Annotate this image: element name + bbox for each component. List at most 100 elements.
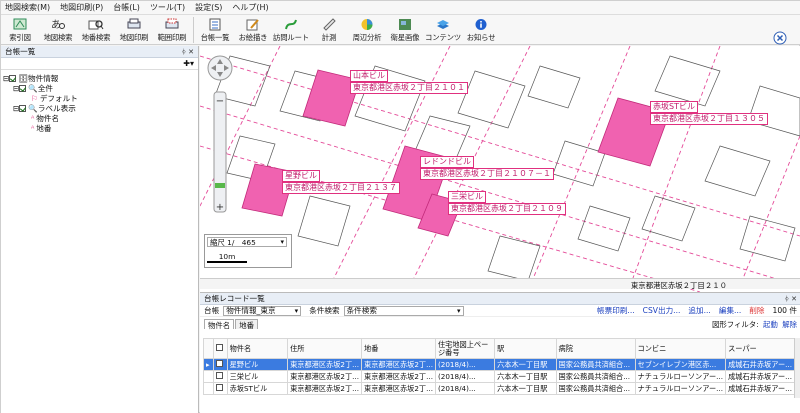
- col-header[interactable]: 病院: [555, 338, 636, 359]
- area-analysis-button[interactable]: 周辺分析: [348, 15, 386, 45]
- ledger-list-icon: [207, 17, 223, 31]
- pie-analysis-icon: [359, 17, 375, 31]
- map-label-name: 星野ビル: [282, 170, 320, 182]
- label-marker-icon: ᴬ: [31, 113, 35, 123]
- col-header[interactable]: 駅: [494, 338, 557, 359]
- map-print-button[interactable]: 地図印刷: [115, 15, 153, 45]
- ledger-record-panel: 台帳レコード一覧 ᛄ ✕ 台帳 物件情報_東京 条件検索 条件検索 帳票印刷...…: [200, 292, 800, 413]
- zoom-slider-thumb[interactable]: [215, 183, 225, 188]
- col-header[interactable]: 地番: [361, 338, 436, 359]
- table-cell: 成城石井赤坂アー...: [725, 370, 795, 383]
- shape-filter-clear-link[interactable]: 解除: [782, 320, 797, 329]
- ledger-list-button[interactable]: 台帳一覧: [196, 15, 234, 45]
- menu-bar: 地図検索(M) 地図印刷(P) 台帳(L) ツール(T) 設定(S) ヘルプ(H…: [1, 1, 800, 15]
- map-label[interactable]: 赤坂STビル 東京都港区赤坂２丁目１３０５: [650, 101, 768, 125]
- ledger-list-panel: 台帳一覧 ᛄ ✕ ✚▾ ⊟ 🗄 物件情報 ⊟ 🔍 全件 ⚐ デフォルト ⊟ 🔍 ラベル表示 ᴬ物…: [1, 46, 199, 413]
- record-table: 物件名 住所 地番 住宅地図上ページ番号 駅 病院 コンビニ スーパー ▸ 星野…: [203, 338, 795, 395]
- measure-button[interactable]: 計測: [310, 15, 348, 45]
- map-search-button[interactable]: あ地図検索: [39, 15, 77, 45]
- col-header[interactable]: 住所: [287, 338, 363, 359]
- map-label-address: 東京都港区赤坂２丁目１３０５: [650, 113, 768, 125]
- tree-menu-icon[interactable]: ✚▾: [183, 59, 194, 68]
- report-print-link[interactable]: 帳票印刷...: [597, 305, 635, 316]
- map-label[interactable]: レドンドビル 東京都港区赤坂２丁目２１０７－１: [420, 156, 554, 180]
- row-indicator-header: [203, 338, 214, 359]
- zoom-slider[interactable]: [213, 91, 227, 213]
- table-cell: 六本木一丁目駅: [494, 358, 557, 371]
- record-toolbar: 台帳 物件情報_東京 条件検索 条件検索 帳票印刷... CSV出力... 追加…: [200, 305, 800, 317]
- scale-select-value: 縮尺 1/ 465: [210, 237, 256, 247]
- range-print-button[interactable]: 範囲印刷: [153, 15, 191, 45]
- zoom-out-icon[interactable]: −: [216, 96, 224, 107]
- tab-property-name[interactable]: 物件名: [204, 319, 235, 330]
- lot-search-button[interactable]: 地番検索: [77, 15, 115, 45]
- table-cell: 成城石井赤坂アー...: [725, 358, 795, 371]
- csv-export-link[interactable]: CSV出力...: [643, 305, 681, 316]
- contents-button[interactable]: コンテンツ: [424, 15, 462, 45]
- table-row[interactable]: 三栄ビル 東京都港区赤坂2丁... 東京都港区赤坂2丁... (2018/4)... 六…: [203, 370, 795, 383]
- row-checkbox[interactable]: [212, 382, 228, 395]
- menu-map-print[interactable]: 地図印刷(P): [60, 2, 103, 13]
- tree-node-default[interactable]: ⚐ デフォルト: [3, 93, 196, 103]
- tree-checkbox[interactable]: [19, 104, 27, 112]
- row-checkbox[interactable]: [212, 370, 228, 383]
- col-header[interactable]: スーパー: [725, 338, 795, 359]
- tree-node-all[interactable]: ⊟ 🔍 全件: [3, 83, 196, 93]
- satellite-image-button[interactable]: 衛星画像: [386, 15, 424, 45]
- table-cell: (2018/4)...: [434, 370, 496, 383]
- table-row[interactable]: 赤坂STビル 東京都港区赤坂2丁... 東京都港区赤坂2丁... (2018/4)..…: [203, 382, 795, 395]
- index-map-button[interactable]: 索引図: [1, 15, 39, 45]
- map-label-address: 東京都港区赤坂２丁目２１０７－１: [420, 168, 554, 180]
- tree-checkbox[interactable]: [9, 74, 17, 82]
- menu-map-search[interactable]: 地図検索(M): [5, 2, 50, 13]
- toolbar: 索引図 あ地図検索 地番検索 地図印刷 範囲印刷 台帳一覧 お絵描き 訪問ルート…: [1, 15, 800, 57]
- tree-node-property-name[interactable]: ᴬ 物件名: [3, 113, 196, 123]
- map-label[interactable]: 三栄ビル 東京都港区赤坂２丁目２１０９: [448, 191, 566, 215]
- tree-toolbar: ✚▾: [1, 58, 198, 70]
- col-header[interactable]: コンビニ: [634, 338, 727, 359]
- panel-pin-close-icon[interactable]: ᛄ ✕: [182, 48, 194, 56]
- row-pointer-icon: ▸: [203, 358, 214, 371]
- add-link[interactable]: 追加...: [688, 305, 710, 316]
- search-icon: 🔍: [28, 103, 38, 113]
- record-count: 100 件: [772, 306, 797, 315]
- table-row[interactable]: ▸ 星野ビル 東京都港区赤坂2丁... 東京都港区赤坂2丁... (2018/4)..…: [203, 358, 795, 371]
- database-icon: 🗄: [18, 73, 29, 83]
- edit-link[interactable]: 編集...: [719, 305, 741, 316]
- table-cell: セブンイレブン港区赤...: [634, 358, 727, 371]
- table-cell: 東京都港区赤坂2丁...: [287, 370, 363, 383]
- delete-link[interactable]: 削除: [749, 305, 764, 316]
- condition-select[interactable]: 条件検索: [343, 305, 464, 316]
- tree-checkbox[interactable]: [19, 84, 27, 92]
- scale-select[interactable]: 縮尺 1/ 465: [207, 237, 287, 247]
- tree-node-lot-number[interactable]: ᴬ 地番: [3, 123, 196, 133]
- shape-filter-start-link[interactable]: 起動: [763, 320, 778, 329]
- zoom-in-icon[interactable]: +: [216, 202, 224, 213]
- row-checkbox[interactable]: [212, 358, 228, 371]
- panel-pin-close-icon[interactable]: ᛄ ✕: [785, 295, 797, 303]
- map-label[interactable]: 山本ビル 東京都港区赤坂２丁目２１０１: [350, 70, 468, 94]
- select-all-checkbox[interactable]: [212, 338, 228, 359]
- drawing-button[interactable]: お絵描き: [234, 15, 272, 45]
- map-label-name: レドンドビル: [420, 156, 474, 168]
- ledger-label: 台帳: [204, 306, 220, 315]
- pin-marker-icon: ⚐: [31, 93, 38, 103]
- col-header[interactable]: 住宅地図上ページ番号: [434, 338, 496, 359]
- tab-lot-number[interactable]: 地番: [235, 319, 258, 330]
- notice-button[interactable]: お知らせ: [462, 15, 500, 45]
- visit-route-button[interactable]: 訪問ルート: [272, 15, 310, 45]
- table-scrollbar[interactable]: [794, 338, 800, 398]
- scale-bar-label: 10m: [218, 252, 236, 261]
- menu-ledger[interactable]: 台帳(L): [113, 2, 140, 13]
- table-cell: 東京都港区赤坂2丁...: [361, 358, 436, 371]
- tree-node-label-display[interactable]: ⊟ 🔍 ラベル表示: [3, 103, 196, 113]
- col-header[interactable]: 物件名: [226, 338, 289, 359]
- ledger-select[interactable]: 物件情報_東京: [223, 305, 302, 316]
- menu-help[interactable]: ヘルプ(H): [232, 2, 268, 13]
- menu-settings[interactable]: 設定(S): [195, 2, 222, 13]
- tree-node-property-info[interactable]: ⊟ 🗄 物件情報: [3, 73, 196, 83]
- app-window: 地図検索(M) 地図印刷(P) 台帳(L) ツール(T) 設定(S) ヘルプ(H…: [0, 0, 800, 413]
- menu-tools[interactable]: ツール(T): [150, 2, 185, 13]
- map-label[interactable]: 星野ビル 東京都港区赤坂２丁目２１３７: [282, 170, 400, 194]
- map-view[interactable]: − + 山本ビル 東京都港区赤坂２丁目２１０１ 赤坂STビル 東京都港区赤坂２丁…: [200, 46, 800, 292]
